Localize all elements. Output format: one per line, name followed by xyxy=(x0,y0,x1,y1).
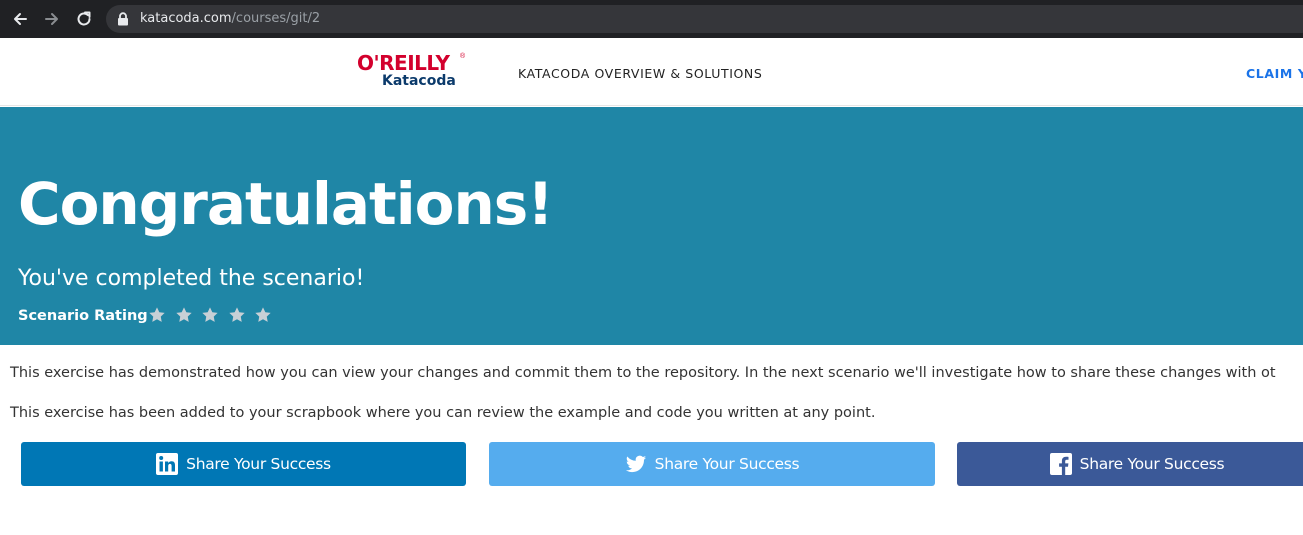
summary-paragraph: This exercise has demonstrated how you c… xyxy=(10,365,1276,381)
star-icon[interactable] xyxy=(201,306,219,324)
claim-link[interactable]: CLAIM Y xyxy=(1246,66,1303,81)
url-path: /courses/git/2 xyxy=(231,11,321,26)
share-facebook-button[interactable]: Share Your Success xyxy=(957,442,1303,486)
reload-button[interactable] xyxy=(73,8,95,30)
logo-registered-mark: ® xyxy=(460,53,466,60)
logo-oreilly-text: O'REILLY xyxy=(357,51,450,75)
star-icon[interactable] xyxy=(148,306,166,324)
browser-toolbar: katacoda.com/courses/git/2 xyxy=(0,0,1303,38)
star-icon[interactable] xyxy=(175,306,193,324)
logo-katacoda-text: Katacoda xyxy=(382,73,456,89)
scenario-rating-label: Scenario Rating xyxy=(18,308,148,324)
congratulations-banner: Congratulations! You've completed the sc… xyxy=(0,107,1303,345)
star-icon[interactable] xyxy=(254,306,272,324)
back-arrow-icon xyxy=(14,13,27,25)
oreilly-katacoda-logo[interactable]: O'REILLY ® Katacoda xyxy=(357,52,469,92)
share-twitter-label: Share Your Success xyxy=(654,455,800,473)
url-text: katacoda.com/courses/git/2 xyxy=(140,11,320,26)
forward-button[interactable] xyxy=(41,8,63,30)
share-linkedin-label: Share Your Success xyxy=(186,455,331,473)
page-title: Congratulations! xyxy=(18,170,554,238)
url-host: katacoda.com xyxy=(140,11,232,26)
site-header: O'REILLY ® Katacoda KATACODA OVERVIEW & … xyxy=(0,38,1303,106)
reload-icon xyxy=(77,11,91,26)
scrapbook-paragraph: This exercise has been added to your scr… xyxy=(10,405,876,421)
share-twitter-button[interactable]: Share Your Success xyxy=(489,442,935,486)
address-bar[interactable]: katacoda.com/courses/git/2 xyxy=(106,5,1303,33)
lock-icon xyxy=(118,12,128,26)
nav-link-overview[interactable]: KATACODA OVERVIEW & SOLUTIONS xyxy=(518,66,762,81)
forward-arrow-icon xyxy=(45,13,58,25)
share-facebook-label: Share Your Success xyxy=(1079,455,1225,473)
completion-subtitle: You've completed the scenario! xyxy=(18,266,365,291)
facebook-icon xyxy=(1049,453,1072,475)
star-icon[interactable] xyxy=(228,306,246,324)
star-rating[interactable] xyxy=(148,306,272,326)
twitter-icon xyxy=(625,455,646,473)
share-linkedin-button[interactable]: Share Your Success xyxy=(21,442,466,486)
back-button[interactable] xyxy=(9,8,31,30)
linkedin-icon xyxy=(156,453,179,475)
